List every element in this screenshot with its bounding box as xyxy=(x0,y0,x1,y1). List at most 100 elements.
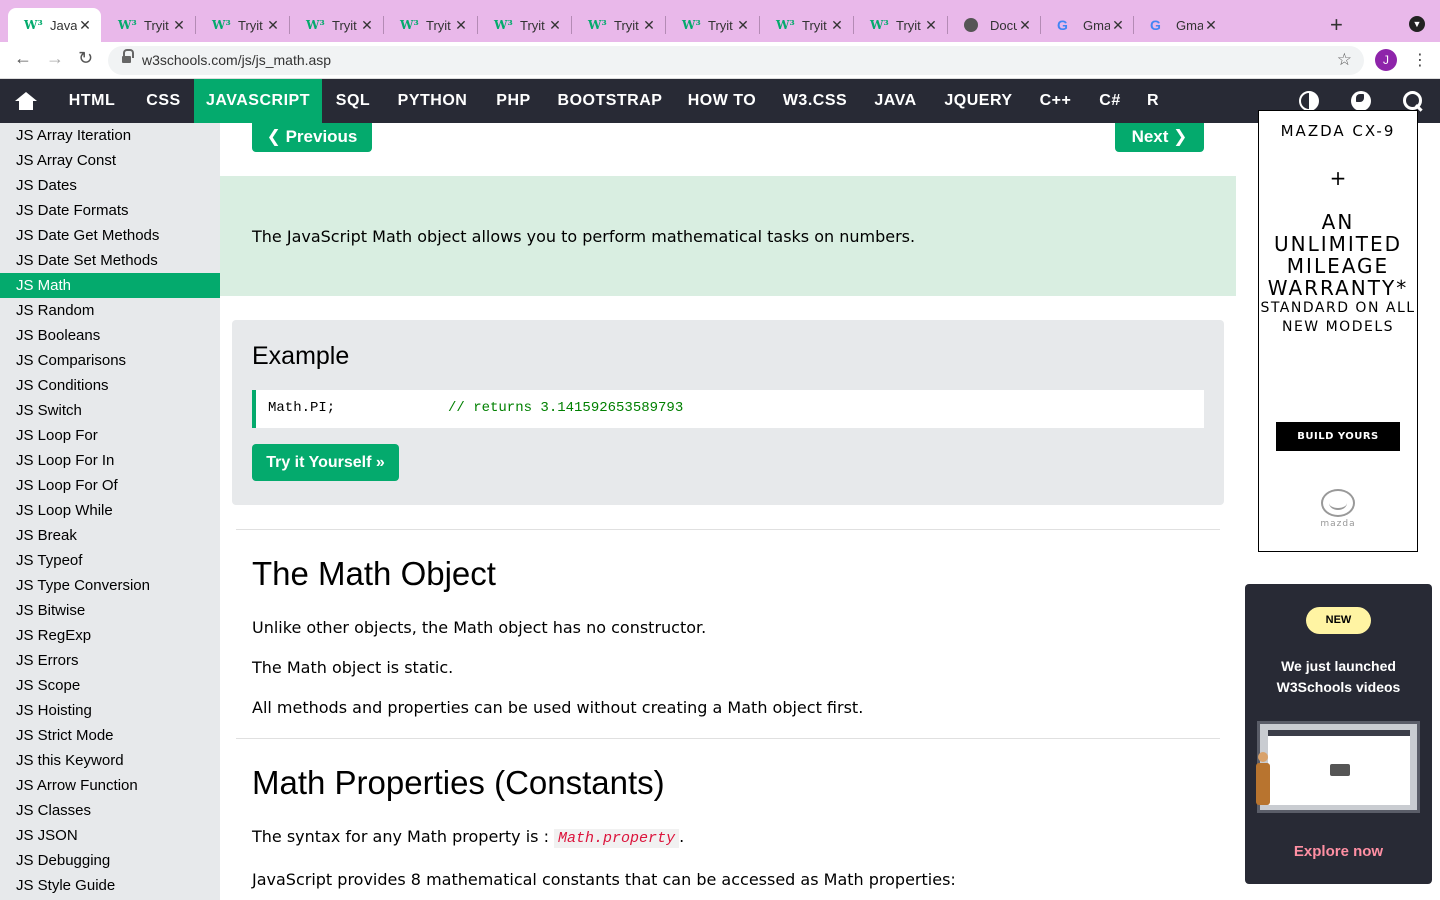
sidebar-item-js-scope[interactable]: JS Scope xyxy=(0,673,220,698)
next-button[interactable]: Next ❯ xyxy=(1115,123,1204,152)
close-tab-icon[interactable]: ✕ xyxy=(171,17,187,34)
reload-icon[interactable]: ↻ xyxy=(78,48,93,69)
sidebar-item-js-array-iteration[interactable]: JS Array Iteration xyxy=(0,123,220,148)
url-text[interactable]: w3schools.com/js/js_math.asp xyxy=(142,52,331,68)
sidebar-item-js-loop-for-of[interactable]: JS Loop For Of xyxy=(0,473,220,498)
topnav-item-w3-css[interactable]: W3.CSS xyxy=(770,79,860,123)
contrast-icon[interactable] xyxy=(1299,91,1319,111)
sidebar-item-js-date-formats[interactable]: JS Date Formats xyxy=(0,198,220,223)
topnav-item-how-to[interactable]: HOW TO xyxy=(674,79,770,123)
close-tab-icon[interactable]: ✕ xyxy=(547,17,563,34)
sidebar-item-js-array-const[interactable]: JS Array Const xyxy=(0,148,220,173)
explore-now-link[interactable]: Explore now xyxy=(1245,843,1432,860)
browser-menu-icon[interactable]: ⋮ xyxy=(1412,50,1428,70)
topnav-item-c-[interactable]: C++ xyxy=(1026,79,1085,123)
intro-text: The JavaScript Math object allows you to… xyxy=(252,227,916,246)
browser-tab[interactable]: W³ Tryit ✕ xyxy=(760,8,853,42)
close-tab-icon[interactable]: ✕ xyxy=(735,17,751,34)
browser-tab[interactable]: W³ Tryit ✕ xyxy=(854,8,947,42)
sidebar-item-js-loop-for-in[interactable]: JS Loop For In xyxy=(0,448,220,473)
search-icon[interactable] xyxy=(1403,91,1423,111)
sidebar-item-js-bitwise[interactable]: JS Bitwise xyxy=(0,598,220,623)
w3schools-favicon-icon: W³ xyxy=(682,18,701,32)
topnav-item-c-[interactable]: C# xyxy=(1085,79,1135,123)
topnav-item-javascript[interactable]: JAVASCRIPT xyxy=(194,79,322,123)
sidebar-item-js-loop-for[interactable]: JS Loop For xyxy=(0,423,220,448)
close-tab-icon[interactable]: ✕ xyxy=(77,17,93,34)
topnav-item-jquery[interactable]: JQUERY xyxy=(931,79,1026,123)
forward-icon[interactable]: → xyxy=(46,48,64,69)
sidebar-item-js-dates[interactable]: JS Dates xyxy=(0,173,220,198)
sidebar-item-js-math[interactable]: JS Math xyxy=(0,273,220,298)
bookmark-star-icon[interactable]: ☆ xyxy=(1337,50,1352,70)
sidebar-item-js-typeof[interactable]: JS Typeof xyxy=(0,548,220,573)
sidebar-item-js-errors[interactable]: JS Errors xyxy=(0,648,220,673)
sidebar-item-js-strict-mode[interactable]: JS Strict Mode xyxy=(0,723,220,748)
previous-button[interactable]: ❮ Previous xyxy=(252,123,372,152)
topnav-item-bootstrap[interactable]: BOOTSTRAP xyxy=(546,79,674,123)
browser-tab[interactable]: W³ Tryit ✕ xyxy=(196,8,289,42)
sidebar-item-js-random[interactable]: JS Random xyxy=(0,298,220,323)
sidebar-item-js-loop-while[interactable]: JS Loop While xyxy=(0,498,220,523)
topnav-item-python[interactable]: PYTHON xyxy=(384,79,481,123)
close-tab-icon[interactable]: ✕ xyxy=(1203,17,1219,34)
close-tab-icon[interactable]: ✕ xyxy=(1110,17,1126,34)
topnav-item-css[interactable]: CSS xyxy=(133,79,194,123)
build-yours-button[interactable]: BUILD YOURS xyxy=(1276,422,1400,451)
close-tab-icon[interactable]: ✕ xyxy=(1017,17,1033,34)
sidebar-item-js-type-conversion[interactable]: JS Type Conversion xyxy=(0,573,220,598)
video-thumbnail[interactable] xyxy=(1256,721,1420,813)
close-tab-icon[interactable]: ✕ xyxy=(923,17,939,34)
browser-tab[interactable]: G Gmai✕ xyxy=(1041,8,1134,42)
close-tab-icon[interactable]: ✕ xyxy=(265,17,281,34)
sidebar-item-js-regexp[interactable]: JS RegExp xyxy=(0,623,220,648)
w3schools-videos-promo[interactable]: NEW We just launched W3Schools videos Ex… xyxy=(1245,584,1432,884)
browser-tab[interactable]: W³ Tryit ✕ xyxy=(102,8,195,42)
sidebar-item-js-debugging[interactable]: JS Debugging xyxy=(0,848,220,873)
close-tab-icon[interactable]: ✕ xyxy=(453,17,469,34)
tab-search-icon[interactable]: ▼ xyxy=(1409,16,1425,32)
browser-tab[interactable]: W³ Tryit ✕ xyxy=(572,8,665,42)
sidebar-item-js-date-get-methods[interactable]: JS Date Get Methods xyxy=(0,223,220,248)
try-it-yourself-button[interactable]: Try it Yourself » xyxy=(252,444,399,481)
lock-icon[interactable] xyxy=(122,49,134,64)
sidebar-item-js-comparisons[interactable]: JS Comparisons xyxy=(0,348,220,373)
mazda-ad[interactable]: MAZDA CX-9 + AN UNLIMITED MILEAGE WARRAN… xyxy=(1258,110,1418,552)
topnav-item-html[interactable]: HTML xyxy=(54,79,130,123)
sidebar-item-js-switch[interactable]: JS Switch xyxy=(0,398,220,423)
sidebar-item-js-conditions[interactable]: JS Conditions xyxy=(0,373,220,398)
sidebar-item-js-booleans[interactable]: JS Booleans xyxy=(0,323,220,348)
back-icon[interactable]: ← xyxy=(14,48,32,69)
tab-separator xyxy=(853,16,854,34)
browser-tab[interactable]: W³ Tryit ✕ xyxy=(384,8,477,42)
topnav-item-php[interactable]: PHP xyxy=(481,79,546,123)
new-tab-button[interactable]: + xyxy=(1330,12,1343,38)
browser-tab[interactable]: W³ Tryit ✕ xyxy=(290,8,383,42)
sidebar-item-js-json[interactable]: JS JSON xyxy=(0,823,220,848)
sidebar-item-js-arrow-function[interactable]: JS Arrow Function xyxy=(0,773,220,798)
topnav-item-sql[interactable]: SQL xyxy=(322,79,384,123)
close-tab-icon[interactable]: ✕ xyxy=(359,17,375,34)
profile-avatar[interactable]: J xyxy=(1375,49,1397,71)
tutorial-sidebar: JS Array Iteration JS Array Const JS Dates… xyxy=(0,123,220,900)
intro-panel: The JavaScript Math object allows you to… xyxy=(220,176,1236,296)
browser-tab[interactable]: W³ Tryit ✕ xyxy=(478,8,571,42)
topnav-item-r[interactable]: R xyxy=(1135,79,1171,123)
browser-tab[interactable]: W³ JavaS✕ xyxy=(8,8,101,42)
play-icon[interactable] xyxy=(1330,764,1350,776)
sidebar-item-js-this-keyword[interactable]: JS this Keyword xyxy=(0,748,220,773)
topnav-item-java[interactable]: JAVA xyxy=(860,79,931,123)
close-tab-icon[interactable]: ✕ xyxy=(829,17,845,34)
sidebar-item-js-hoisting[interactable]: JS Hoisting xyxy=(0,698,220,723)
sidebar-item-js-break[interactable]: JS Break xyxy=(0,523,220,548)
sidebar-item-js-classes[interactable]: JS Classes xyxy=(0,798,220,823)
browser-tab[interactable]: Docu ✕ xyxy=(948,8,1041,42)
browser-tab[interactable]: G Gmai✕ xyxy=(1134,8,1227,42)
address-bar[interactable]: w3schools.com/js/js_math.asp ☆ xyxy=(108,46,1364,75)
close-tab-icon[interactable]: ✕ xyxy=(641,17,657,34)
sidebar-item-js-style-guide[interactable]: JS Style Guide xyxy=(0,873,220,898)
browser-tab[interactable]: W³ Tryit ✕ xyxy=(666,8,759,42)
sidebar-item-js-date-set-methods[interactable]: JS Date Set Methods xyxy=(0,248,220,273)
globe-icon[interactable] xyxy=(1351,91,1371,111)
home-icon[interactable] xyxy=(15,92,37,110)
